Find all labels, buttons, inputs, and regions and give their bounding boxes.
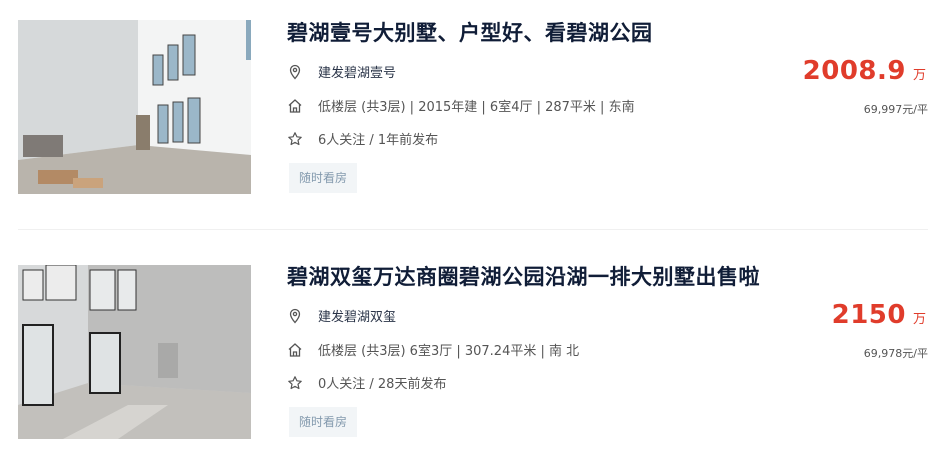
- community-link[interactable]: 建发碧湖双玺: [318, 306, 396, 325]
- house-icon: [287, 342, 303, 358]
- listing-photo[interactable]: [18, 265, 251, 439]
- unit-price: 69,997元/平: [863, 103, 928, 116]
- community-link[interactable]: 建发碧湖壹号: [318, 62, 396, 81]
- total-price: 2150 万: [832, 300, 926, 330]
- listing-card[interactable]: 碧湖双玺万达商圈碧湖公园沿湖一排大别墅出售啦 建发碧湖双玺 低楼层 (共3层) …: [0, 229, 944, 458]
- house-info: 低楼层 (共3层) | 2015年建 | 6室4厅 | 287平米 | 东南: [318, 100, 635, 115]
- house-info: 低楼层 (共3层) 6室3厅 | 307.24平米 | 南 北: [318, 344, 580, 359]
- follow-info: 6人关注 / 1年前发布: [318, 133, 439, 148]
- total-price: 2008.9 万: [803, 56, 926, 86]
- follow-info: 0人关注 / 28天前发布: [318, 377, 447, 392]
- total-price-unit: 万: [912, 312, 926, 327]
- follow-info-row: 0人关注 / 28天前发布: [287, 373, 446, 392]
- location-icon: [287, 308, 303, 324]
- house-info-row: 低楼层 (共3层) 6室3厅 | 307.24平米 | 南 北: [287, 340, 579, 359]
- total-price-unit: 万: [912, 68, 926, 83]
- listing-title[interactable]: 碧湖双玺万达商圈碧湖公园沿湖一排大别墅出售啦: [287, 261, 760, 291]
- total-price-value: 2008.9: [802, 56, 906, 86]
- house-icon: [287, 98, 303, 114]
- star-icon: [287, 375, 303, 391]
- star-icon: [287, 131, 303, 147]
- viewing-tag: 随时看房: [289, 163, 358, 193]
- listing-photo[interactable]: [18, 20, 251, 194]
- unit-price: 69,978元/平: [863, 347, 928, 360]
- location-icon: [287, 64, 303, 80]
- viewing-tag: 随时看房: [289, 407, 358, 437]
- listing-title[interactable]: 碧湖壹号大别墅、户型好、看碧湖公园: [287, 17, 653, 47]
- community-row: 建发碧湖双玺: [287, 306, 396, 325]
- listing-card[interactable]: 碧湖壹号大别墅、户型好、看碧湖公园 建发碧湖壹号 低楼层 (共3层) | 201…: [0, 0, 944, 229]
- follow-info-row: 6人关注 / 1年前发布: [287, 129, 438, 148]
- total-price-value: 2150: [831, 300, 906, 330]
- community-row: 建发碧湖壹号: [287, 62, 396, 81]
- house-info-row: 低楼层 (共3层) | 2015年建 | 6室4厅 | 287平米 | 东南: [287, 96, 635, 115]
